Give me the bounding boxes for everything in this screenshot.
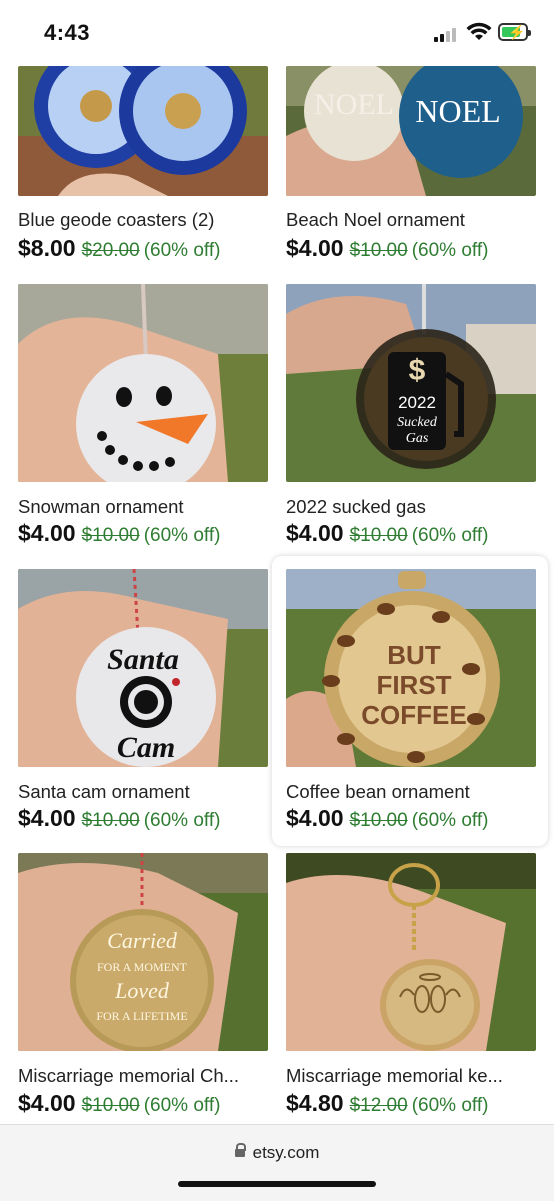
gas-line2-text: Gas — [406, 431, 429, 446]
memorial-ornament-photo: Carried FOR A MOMENT Loved FOR A LIFETIM… — [18, 853, 268, 1051]
noel-text-2: NOEL — [415, 93, 500, 129]
listing-original-price: $10.00 — [349, 525, 408, 546]
listing-discount: (60% off) — [143, 1095, 221, 1116]
status-time: 4:43 — [44, 20, 91, 45]
coffee-ornament-photo: BUT FIRST COFFEE — [286, 569, 536, 767]
coffee-line3-text: COFFEE — [361, 700, 466, 730]
listing-price-row: $4.00 $10.00 (60% off) — [286, 805, 488, 832]
listing-price: $4.00 — [286, 805, 344, 831]
listing-title[interactable]: 2022 sucked gas — [286, 496, 536, 518]
listing-price-row: $4.00 $10.00 (60% off) — [18, 520, 220, 547]
listing-price: $4.00 — [286, 235, 344, 261]
status-bar: 4:43 ⚡ — [0, 0, 554, 66]
listing-title[interactable]: Coffee bean ornament — [286, 781, 536, 803]
noel-ornament-photo: NOEL NOEL — [286, 66, 536, 196]
gas-line1-text: Sucked — [397, 415, 438, 430]
santa-bottom-text: Cam — [117, 731, 175, 764]
noel-text-1: NOEL — [314, 88, 394, 121]
geode-coasters-photo — [18, 66, 268, 196]
url-text[interactable]: etsy.com — [253, 1143, 320, 1162]
wifi-icon — [466, 22, 492, 40]
address-bar[interactable]: etsy.com — [0, 1143, 554, 1163]
listing-original-price: $10.00 — [81, 810, 140, 831]
listing-price-row: $4.00 $10.00 (60% off) — [18, 1090, 220, 1117]
listing-title[interactable]: Blue geode coasters (2) — [18, 209, 268, 231]
santa-top-text: Santa — [107, 643, 179, 676]
listing-image[interactable] — [286, 853, 536, 1051]
listing-title[interactable]: Miscarriage memorial ke... — [286, 1065, 536, 1087]
memorial-line1-text: Carried — [107, 928, 178, 953]
listing-price: $4.00 — [286, 520, 344, 546]
gas-ornament-photo: $ 2022 Sucked Gas — [286, 284, 536, 482]
memorial-line4-text: FOR A LIFETIME — [96, 1009, 187, 1023]
listing-discount: (60% off) — [411, 1095, 489, 1116]
listing-image[interactable]: $ 2022 Sucked Gas — [286, 284, 536, 482]
listing-discount: (60% off) — [143, 525, 221, 546]
battery-icon: ⚡ — [498, 23, 531, 41]
listing-price-row: $8.00 $20.00 (60% off) — [18, 235, 220, 262]
listing-title[interactable]: Santa cam ornament — [18, 781, 268, 803]
lock-icon — [234, 1143, 246, 1157]
browser-bottom-bar: etsy.com — [0, 1124, 554, 1201]
listing-image[interactable]: NOEL NOEL — [286, 66, 536, 196]
listing-discount: (60% off) — [411, 240, 489, 261]
listing-discount: (60% off) — [411, 810, 489, 831]
svg-text:$: $ — [409, 354, 426, 387]
listing-title[interactable]: Miscarriage memorial Ch... — [18, 1065, 268, 1087]
listing-original-price: $10.00 — [349, 240, 408, 261]
snowman-ornament-photo — [18, 284, 268, 482]
listing-price-row: $4.00 $10.00 (60% off) — [286, 520, 488, 547]
listing-title[interactable]: Beach Noel ornament — [286, 209, 536, 231]
listing-price-row: $4.00 $10.00 (60% off) — [286, 235, 488, 262]
listing-original-price: $10.00 — [349, 810, 408, 831]
listing-price: $4.00 — [18, 520, 76, 546]
home-indicator[interactable] — [178, 1181, 376, 1187]
coffee-line2-text: FIRST — [376, 670, 451, 700]
listing-image[interactable] — [18, 66, 268, 196]
listing-image[interactable]: Santa Cam — [18, 569, 268, 767]
listing-original-price: $12.00 — [349, 1095, 408, 1116]
memorial-line3-text: Loved — [114, 978, 170, 1003]
memorial-keychain-photo — [286, 853, 536, 1051]
listing-title[interactable]: Snowman ornament — [18, 496, 268, 518]
listing-price: $4.00 — [18, 805, 76, 831]
listing-discount: (60% off) — [143, 240, 221, 261]
listing-price: $4.80 — [286, 1090, 344, 1116]
listing-price-row: $4.80 $12.00 (60% off) — [286, 1090, 488, 1117]
listing-original-price: $10.00 — [81, 1095, 140, 1116]
gas-year-text: 2022 — [398, 393, 436, 412]
cellular-signal-icon — [434, 26, 460, 42]
listing-original-price: $20.00 — [81, 240, 140, 261]
coffee-line1-text: BUT — [387, 640, 441, 670]
listing-original-price: $10.00 — [81, 525, 140, 546]
listing-discount: (60% off) — [411, 525, 489, 546]
listing-image[interactable]: BUT FIRST COFFEE — [286, 569, 536, 767]
memorial-line2-text: FOR A MOMENT — [97, 960, 188, 974]
listing-price-row: $4.00 $10.00 (60% off) — [18, 805, 220, 832]
listing-price: $8.00 — [18, 235, 76, 261]
santa-cam-ornament-photo: Santa Cam — [18, 569, 268, 767]
listing-image[interactable]: Carried FOR A MOMENT Loved FOR A LIFETIM… — [18, 853, 268, 1051]
listing-discount: (60% off) — [143, 810, 221, 831]
listing-price: $4.00 — [18, 1090, 76, 1116]
listing-image[interactable] — [18, 284, 268, 482]
